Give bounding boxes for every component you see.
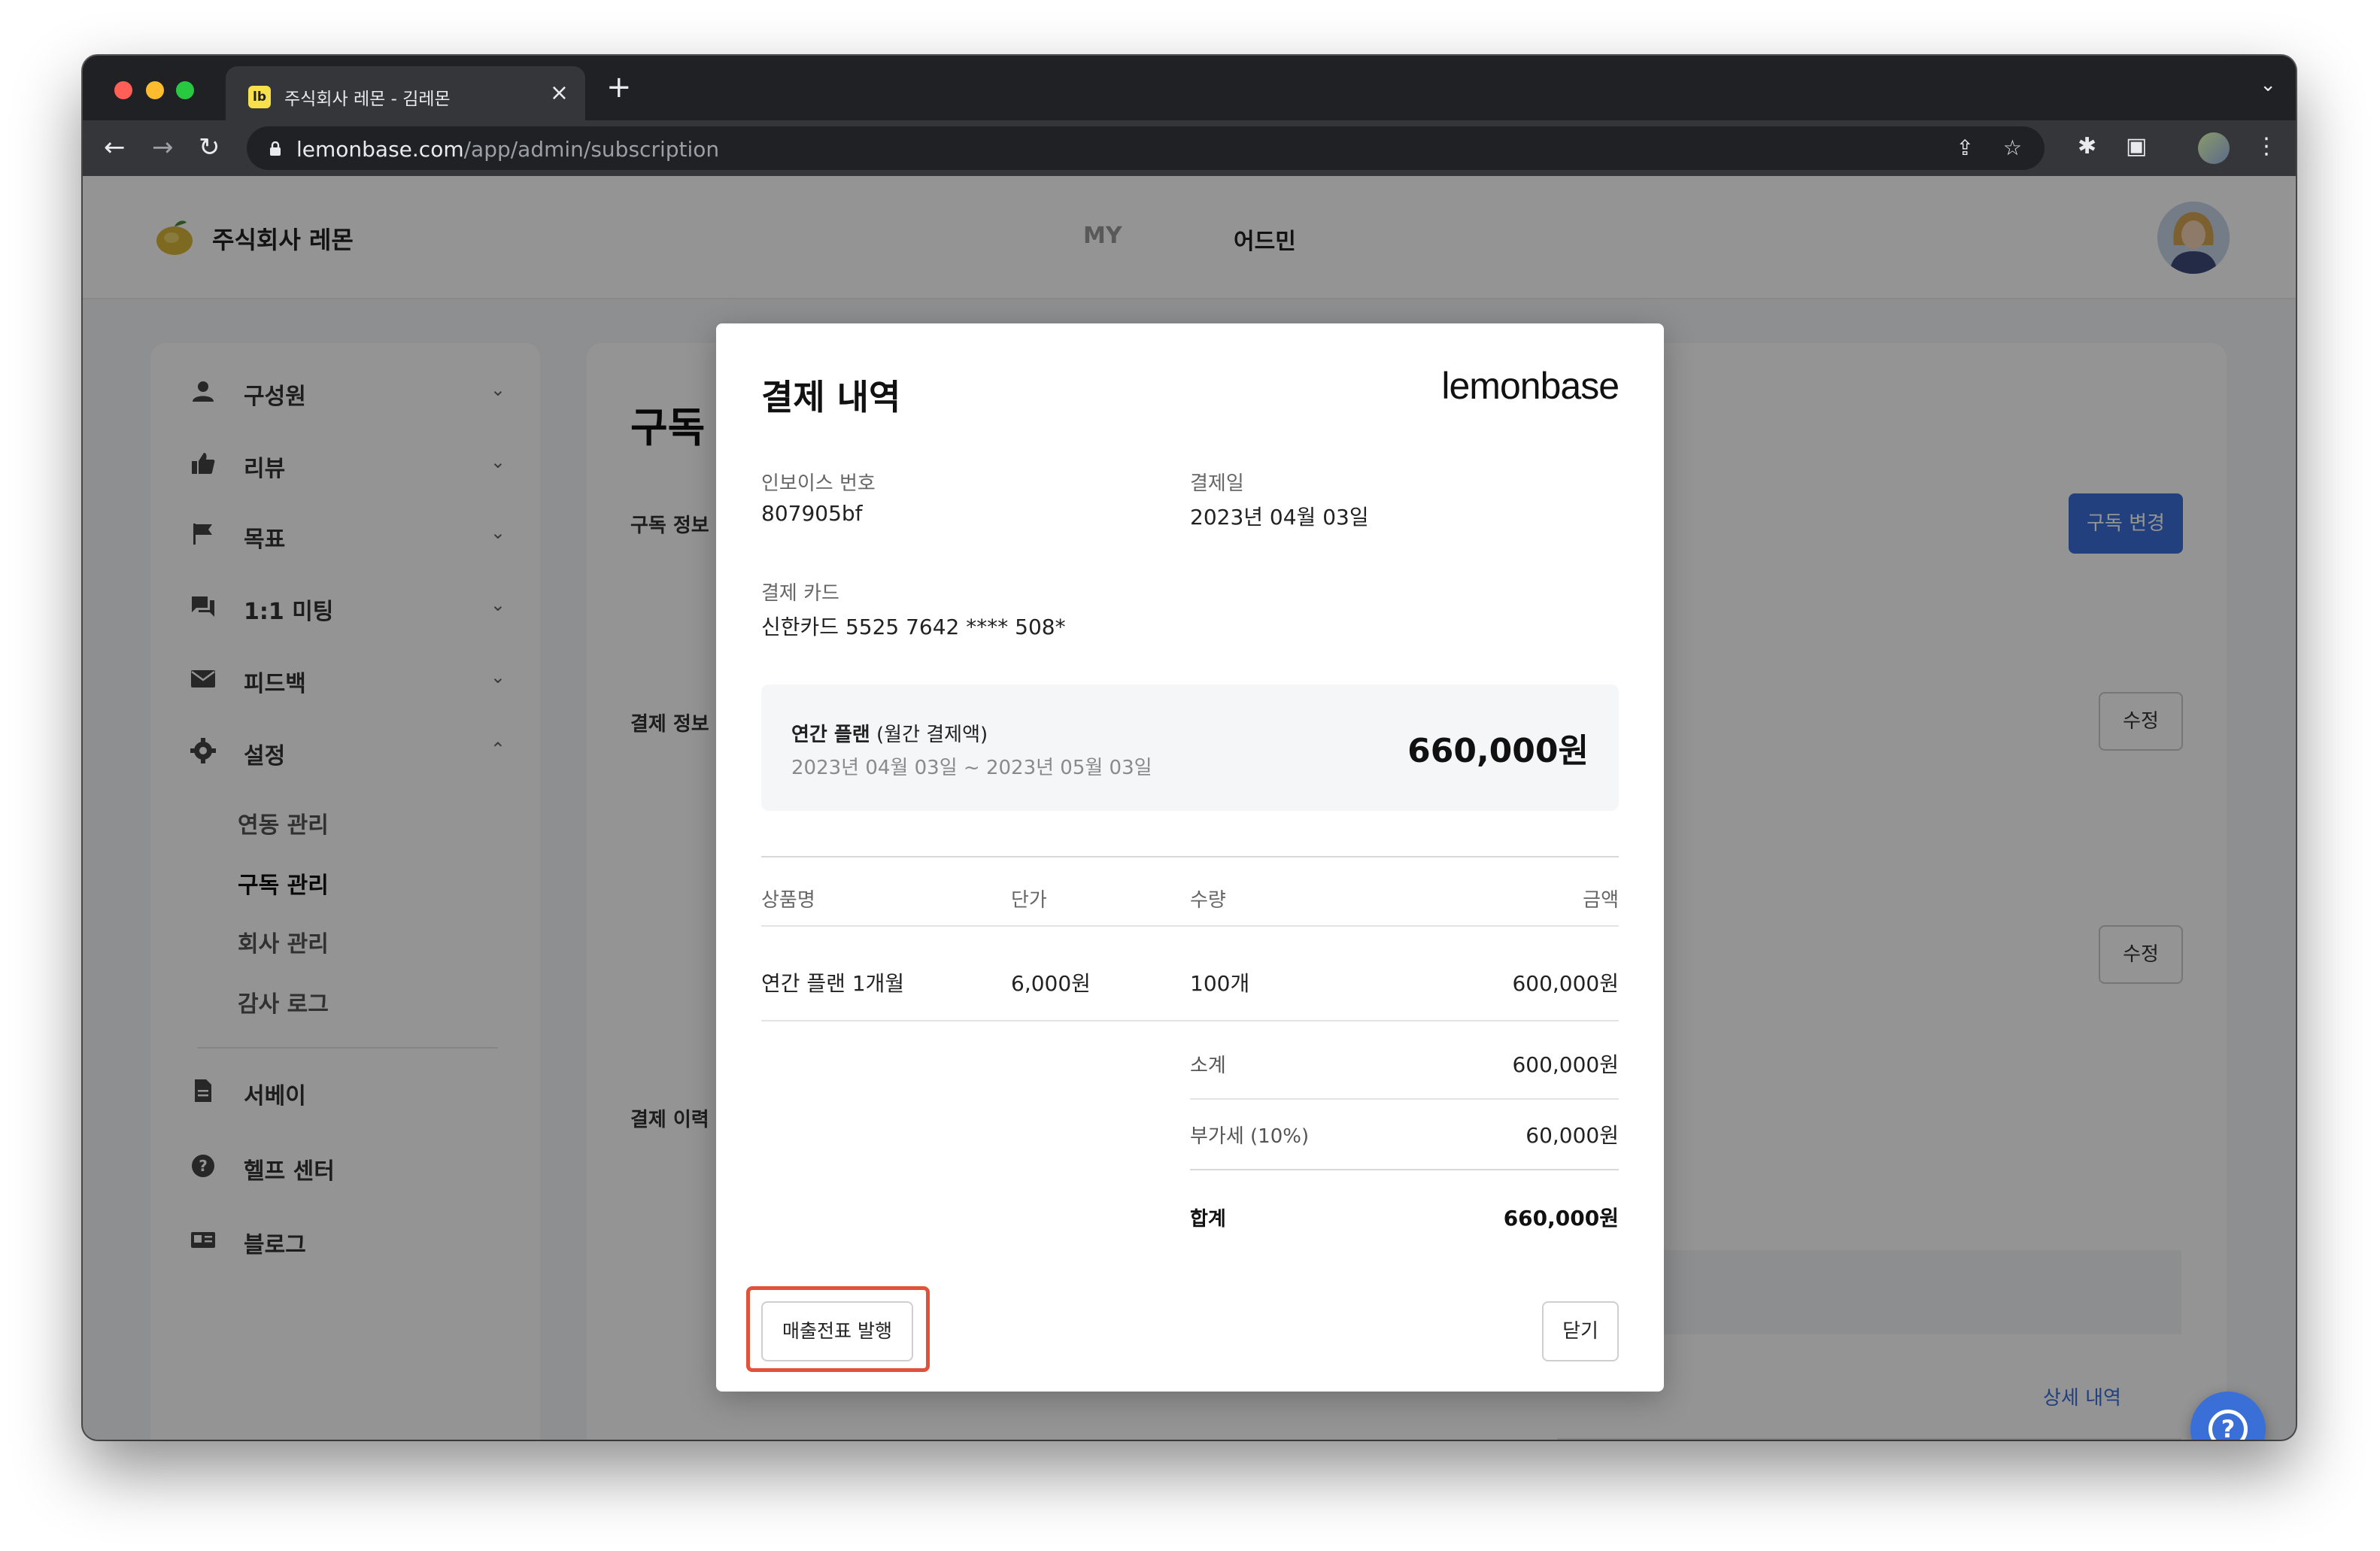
extensions-puzzle-icon[interactable]: ✱ — [2078, 134, 2096, 159]
row-unit-price: 6,000원 — [1011, 971, 1091, 996]
payment-date-value: 2023년 04월 03일 — [1190, 505, 1369, 530]
table-header-quantity: 수량 — [1190, 889, 1226, 912]
close-modal-button[interactable]: 닫기 — [1542, 1301, 1619, 1361]
close-tab-icon[interactable]: × — [550, 81, 569, 105]
payment-card-value: 신한카드 5525 7642 **** 508* — [761, 615, 1066, 639]
tab-title: 주식회사 레몬 - 김레몬 — [284, 90, 451, 109]
url-host: lemonbase.com — [296, 137, 464, 162]
vat-value: 60,000원 — [1525, 1123, 1619, 1148]
share-icon[interactable]: ⇪ — [1957, 137, 1974, 159]
modal-title: 결제 내역 — [761, 377, 901, 417]
lock-icon — [270, 141, 281, 156]
close-window-button[interactable] — [114, 81, 132, 99]
lemonbase-favicon-icon: lb — [248, 86, 271, 108]
subtotal-label: 소계 — [1190, 1055, 1226, 1077]
lemonbase-logo: lemonbase — [1441, 365, 1620, 407]
table-top-divider — [761, 856, 1619, 857]
side-panel-icon[interactable]: ▣ — [2126, 134, 2147, 159]
table-header-divider — [761, 925, 1619, 927]
browser-toolbar: ← → ↻ lemonbase.com/app/admin/subscripti… — [83, 120, 2296, 176]
row-quantity: 100개 — [1190, 971, 1250, 996]
tab-search-chevron-icon[interactable]: ⌄ — [2260, 74, 2276, 96]
row-amount: 600,000원 — [1512, 971, 1619, 996]
browser-menu-icon[interactable]: ⋮ — [2255, 134, 2278, 159]
table-header-unit-price: 단가 — [1011, 889, 1047, 912]
payment-card-label: 결제 카드 — [761, 582, 839, 605]
question-icon: ? — [2208, 1410, 2248, 1440]
payment-detail-modal: 결제 내역 lemonbase 인보이스 번호 807905bf 결제일 202… — [716, 323, 1664, 1392]
app-page: 주식회사 레몬 MY 어드민 구성원 ⌄ 리뷰 ⌄ 목표 ⌄ 1:1 미팅 ⌄ … — [83, 176, 2296, 1440]
table-header-amount: 금액 — [1583, 889, 1619, 912]
table-header-product: 상품명 — [761, 889, 815, 912]
maximize-window-button[interactable] — [176, 81, 194, 99]
total-value: 660,000원 — [1503, 1206, 1619, 1231]
plan-summary-box: 연간 플랜 (월간 결제액) 2023년 04월 03일 ~ 2023년 05월… — [761, 684, 1619, 811]
address-bar[interactable]: lemonbase.com/app/admin/subscription ⇪ ☆ — [247, 126, 2045, 170]
plan-name: 연간 플랜 (월간 결제액) — [791, 719, 988, 747]
new-tab-icon[interactable]: + — [606, 71, 632, 104]
browser-window: lb 주식회사 레몬 - 김레몬 × + ⌄ ← → ↻ lemonbase.c… — [83, 56, 2296, 1440]
row-product: 연간 플랜 1개월 — [761, 971, 905, 996]
url-text: lemonbase.com/app/admin/subscription — [296, 137, 719, 162]
vat-label: 부가세 (10%) — [1190, 1125, 1310, 1148]
plan-note: (월간 결제액) — [876, 724, 988, 746]
total-label: 합계 — [1190, 1208, 1226, 1231]
browser-profile-avatar[interactable] — [2198, 132, 2230, 164]
payment-date-label: 결제일 — [1190, 472, 1244, 495]
plan-period: 2023년 04월 03일 ~ 2023년 05월 03일 — [791, 757, 1152, 779]
invoice-number-label: 인보이스 번호 — [761, 472, 876, 495]
minimize-window-button[interactable] — [146, 81, 164, 99]
browser-tab[interactable]: lb 주식회사 레몬 - 김레몬 × — [226, 66, 585, 120]
plan-amount: 660,000원 — [1407, 732, 1589, 770]
reload-icon[interactable]: ↻ — [199, 132, 220, 162]
forward-arrow-icon[interactable]: → — [152, 132, 174, 162]
tab-strip: lb 주식회사 레몬 - 김레몬 × + ⌄ — [83, 56, 2296, 120]
bookmark-star-icon[interactable]: ☆ — [2003, 137, 2022, 159]
back-arrow-icon[interactable]: ← — [104, 132, 126, 162]
vat-divider — [1190, 1169, 1619, 1170]
url-path: /app/admin/subscription — [463, 137, 720, 162]
subtotal-divider — [1190, 1098, 1619, 1100]
subtotal-value: 600,000원 — [1512, 1052, 1619, 1077]
plan-name-text: 연간 플랜 — [791, 724, 870, 746]
invoice-number-value: 807905bf — [761, 501, 863, 526]
issue-receipt-button[interactable]: 매출전표 발행 — [761, 1301, 913, 1361]
table-row-divider — [761, 1020, 1619, 1021]
